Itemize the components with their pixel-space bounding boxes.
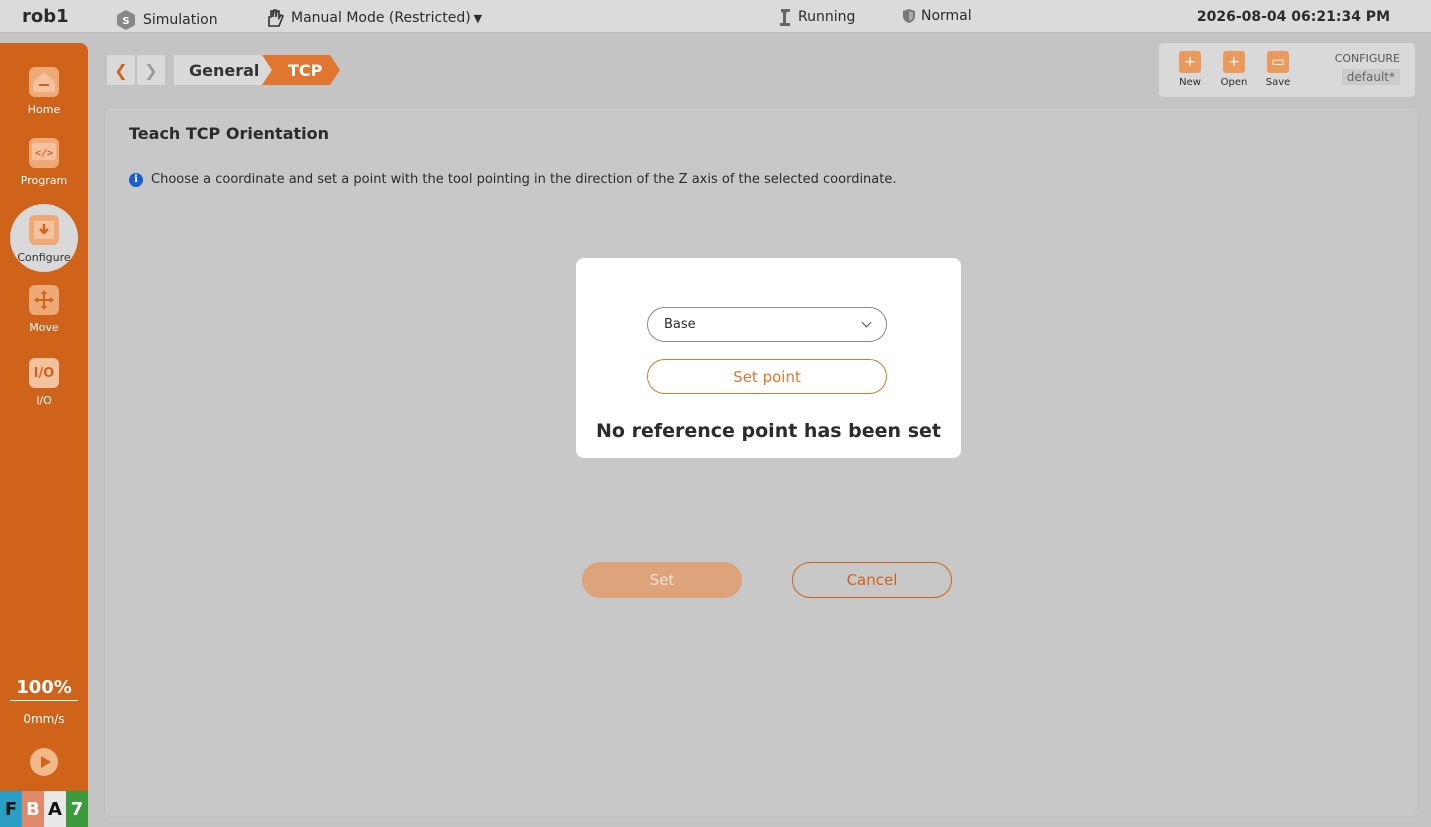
shield-icon	[903, 9, 915, 23]
status-letter-b: B	[22, 791, 44, 827]
sidebar-item-label: I/O	[36, 394, 52, 407]
new-label: New	[1179, 77, 1201, 88]
main-panel	[104, 107, 1419, 817]
run-status-label: Running	[798, 9, 856, 25]
chevron-down-icon	[861, 317, 872, 328]
new-file-icon: +	[1179, 51, 1201, 73]
svg-text:S: S	[122, 16, 129, 27]
save-label: Save	[1265, 77, 1291, 88]
status-letter-f: F	[0, 791, 22, 827]
status-letter-a: A	[44, 791, 66, 827]
folder-icon: +	[1223, 51, 1245, 73]
play-icon	[40, 756, 51, 768]
save-file-icon: ▭	[1267, 51, 1289, 73]
set-button[interactable]: Set	[582, 562, 742, 598]
sidebar-item-configure[interactable]: Configure	[0, 204, 88, 285]
info-text: Choose a coordinate and set a point with…	[151, 172, 897, 187]
sidebar: Home </> Program Configure Move I/O I/O …	[0, 43, 88, 827]
robot-name: rob1	[22, 6, 69, 27]
sidebar-item-label: Move	[29, 321, 59, 334]
forward-button[interactable]: ❯	[137, 55, 165, 85]
datetime: 2026-08-04 06:21:34 PM	[1196, 9, 1390, 25]
top-bar: rob1 S Simulation Manual Mode (Restricte…	[0, 0, 1431, 33]
coordinate-select-value: Base	[664, 317, 696, 332]
page-title: Teach TCP Orientation	[129, 124, 330, 143]
breadcrumb-tcp[interactable]: TCP	[262, 55, 340, 85]
reference-status: No reference point has been set	[596, 420, 941, 442]
robot-arm-icon	[780, 9, 790, 26]
config-title: CONFIGURE	[1334, 52, 1400, 65]
open-button[interactable]: + Open	[1214, 51, 1254, 88]
svg-text:</>: </>	[35, 148, 53, 159]
info-icon: i	[129, 172, 143, 187]
safety-status: Normal	[902, 8, 972, 24]
move-icon	[29, 285, 59, 315]
config-filename: default*	[1341, 69, 1400, 85]
simulation-indicator[interactable]: S Simulation	[114, 8, 218, 32]
sidebar-item-move[interactable]: Move	[0, 285, 88, 355]
configure-icon	[29, 215, 59, 245]
hand-icon	[268, 9, 285, 27]
play-button[interactable]	[30, 748, 58, 776]
code-icon: </>	[29, 138, 59, 168]
io-icon: I/O	[29, 358, 59, 388]
set-point-button[interactable]: Set point	[647, 359, 887, 394]
speed-percentage[interactable]: 100%	[10, 677, 78, 701]
coordinate-select[interactable]: Base	[647, 307, 887, 342]
cancel-button[interactable]: Cancel	[792, 562, 952, 598]
teach-card: Base Set point No reference point has be…	[576, 258, 961, 458]
mode-dropdown[interactable]: Manual Mode (Restricted) ▼	[264, 8, 482, 28]
sidebar-item-io[interactable]: I/O I/O	[0, 358, 88, 428]
config-toolbar: + New + Open ▭ Save CONFIGURE default*	[1159, 43, 1415, 97]
caret-down-icon: ▼	[473, 11, 483, 25]
simulation-icon: S	[117, 10, 135, 30]
simulation-label: Simulation	[143, 12, 218, 28]
save-button[interactable]: ▭ Save	[1258, 51, 1298, 88]
safety-status-label: Normal	[921, 8, 972, 24]
status-indicators: F B A 7	[0, 791, 88, 827]
status-letter-7: 7	[66, 791, 88, 827]
sidebar-item-label: Configure	[17, 251, 71, 264]
sidebar-item-label: Home	[27, 103, 61, 116]
speed-readout: 0mm/s	[23, 712, 65, 726]
home-icon	[29, 67, 59, 97]
new-button[interactable]: + New	[1170, 51, 1210, 88]
info-message: i Choose a coordinate and set a point wi…	[129, 172, 897, 187]
sidebar-item-program[interactable]: </> Program	[0, 138, 88, 208]
breadcrumb-general[interactable]: General	[174, 55, 272, 85]
chevron-right-icon: ❯	[144, 60, 158, 80]
sidebar-item-label: Program	[20, 174, 68, 187]
sidebar-item-home[interactable]: Home	[0, 67, 88, 137]
open-label: Open	[1220, 77, 1248, 88]
chevron-left-icon: ❮	[114, 60, 128, 80]
mode-label: Manual Mode (Restricted)	[291, 10, 471, 26]
back-button[interactable]: ❮	[107, 55, 135, 85]
run-status: Running	[777, 8, 855, 26]
